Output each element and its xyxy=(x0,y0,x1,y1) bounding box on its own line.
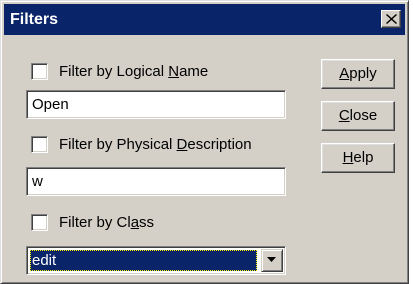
logical-name-input[interactable]: Open xyxy=(26,90,286,119)
apply-button[interactable]: Apply xyxy=(321,59,395,89)
title-bar[interactable]: Filters xyxy=(4,4,405,35)
physical-description-input[interactable]: w xyxy=(26,167,286,196)
filter-class-label[interactable]: Filter by Class xyxy=(59,213,154,233)
class-dropdown-button[interactable] xyxy=(261,249,283,272)
filter-class-checkbox[interactable] xyxy=(31,214,48,231)
filter-logical-name-checkbox[interactable] xyxy=(31,63,48,80)
class-dropdown[interactable]: edit xyxy=(26,246,286,275)
logical-name-value: Open xyxy=(32,96,69,113)
filter-physical-description-label[interactable]: Filter by Physical Description xyxy=(59,135,252,155)
physical-description-value: w xyxy=(32,173,43,190)
filters-dialog: Filters Filter by Logical Name Open Filt… xyxy=(0,0,409,284)
filter-logical-name-label[interactable]: Filter by Logical Name xyxy=(59,62,208,82)
window-title: Filters xyxy=(10,11,59,28)
class-selected-value: edit xyxy=(30,250,257,271)
help-button[interactable]: Help xyxy=(321,143,395,173)
close-window-button[interactable] xyxy=(381,10,401,28)
close-button[interactable]: Close xyxy=(321,101,395,131)
chevron-down-icon xyxy=(267,257,276,262)
filter-physical-description-checkbox[interactable] xyxy=(31,136,48,153)
close-icon xyxy=(386,14,397,24)
